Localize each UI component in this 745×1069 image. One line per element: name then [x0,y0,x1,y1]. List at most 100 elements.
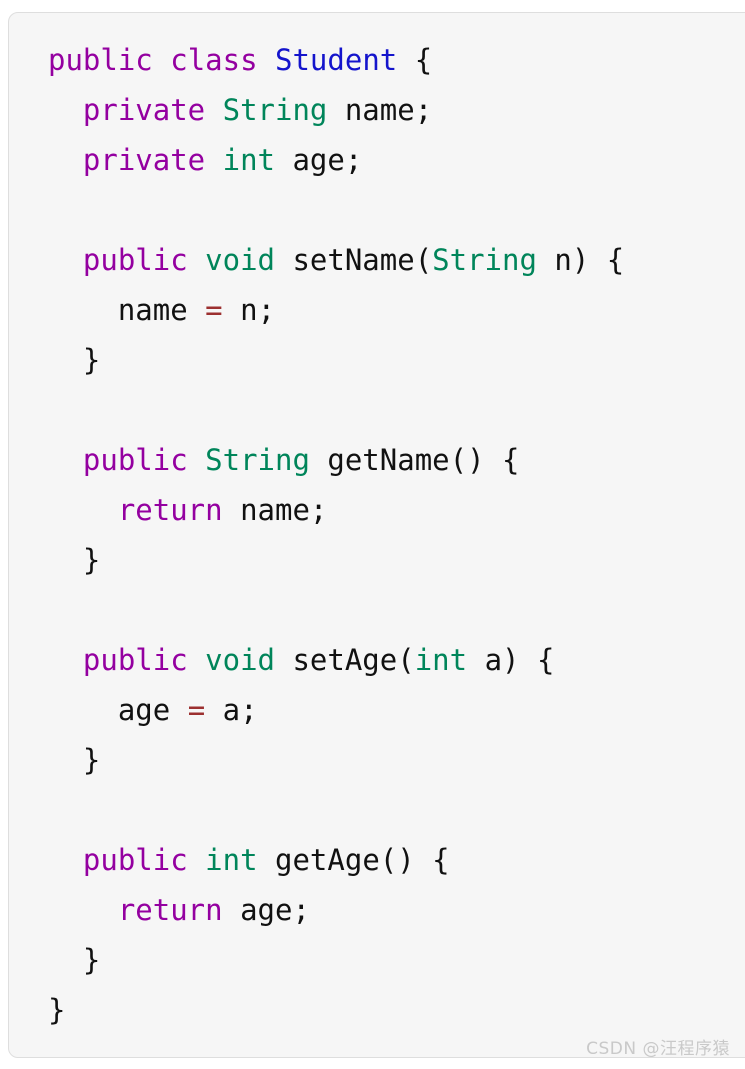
code-line: public class Student { [48,35,624,85]
code-token-punct: } [82,543,101,577]
code-token-keyword: private [82,143,206,177]
code-token-punct: ; [309,493,328,527]
code-token-type: void [205,643,275,677]
code-token-keyword: public [82,443,188,477]
code-line: age = a; [48,685,624,735]
code-token-keyword: return [117,493,223,527]
code-token-punct: ; [344,143,363,177]
code-token-ident: age [292,143,345,177]
code-token-punct: ) [502,643,537,677]
code-token-ident: name [117,293,188,327]
code-token-keyword: public [48,43,153,77]
code-token-punct: { [414,43,433,77]
code-token-keyword: public [82,643,188,677]
code-token-keyword: return [117,893,223,927]
code-token-punct: } [82,943,101,977]
code-token-ident: a [222,693,241,727]
code-line: name = n; [48,285,624,335]
code-token-punct: ( [397,643,415,677]
code-token-type: int [414,643,468,677]
code-token-punct: () [379,843,433,877]
watermark: CSDN @汪程序猿 [586,1039,730,1059]
code-token-punct: () [449,443,502,477]
code-token-punct: ; [240,693,258,727]
code-line: private int age; [48,135,624,185]
code-line: return age; [48,885,624,935]
code-line: } [48,935,624,985]
code-card: public class Student { private String na… [8,12,745,1058]
code-line: } [48,985,624,1035]
code-block[interactable]: public class Student { private String na… [48,35,624,1035]
code-token-keyword: private [82,93,206,127]
code-token-punct: ; [257,293,276,327]
code-line: return name; [48,485,624,535]
code-token-punct: ; [292,893,310,927]
code-line: } [48,735,624,785]
code-token-ident: setName [292,243,415,277]
code-token-type: String [205,443,310,477]
code-token-ident: n [240,293,258,327]
code-token-punct: { [502,443,520,477]
code-token-punct: ; [414,93,433,127]
code-token-ident: age [240,893,293,927]
code-token-punct: ) [571,243,607,277]
code-line: public void setAge(int a) { [48,635,624,685]
code-token-ident: setAge [292,643,398,677]
code-token-class: Student [275,43,398,77]
code-token-type: int [222,143,275,177]
code-token-punct: } [82,743,101,777]
code-token-ident: age [117,693,171,727]
code-token-keyword: public [82,843,188,877]
code-line: } [48,535,624,585]
code-line: public int getAge() { [48,835,624,885]
page-root: public class Student { private String na… [0,0,745,1069]
code-token-punct: { [536,643,555,677]
code-token-type: void [205,243,275,277]
code-token-punct: } [82,343,101,377]
code-token-punct: } [48,993,66,1027]
code-token-type: int [205,843,258,877]
code-token-punct: { [432,843,450,877]
code-token-ident: a [484,643,503,677]
code-token-ident: getName [327,443,450,477]
code-token-type: String [222,93,328,127]
code-token-ident: name [344,93,415,127]
code-line: private String name; [48,85,624,135]
code-token-keyword: class [170,43,258,77]
